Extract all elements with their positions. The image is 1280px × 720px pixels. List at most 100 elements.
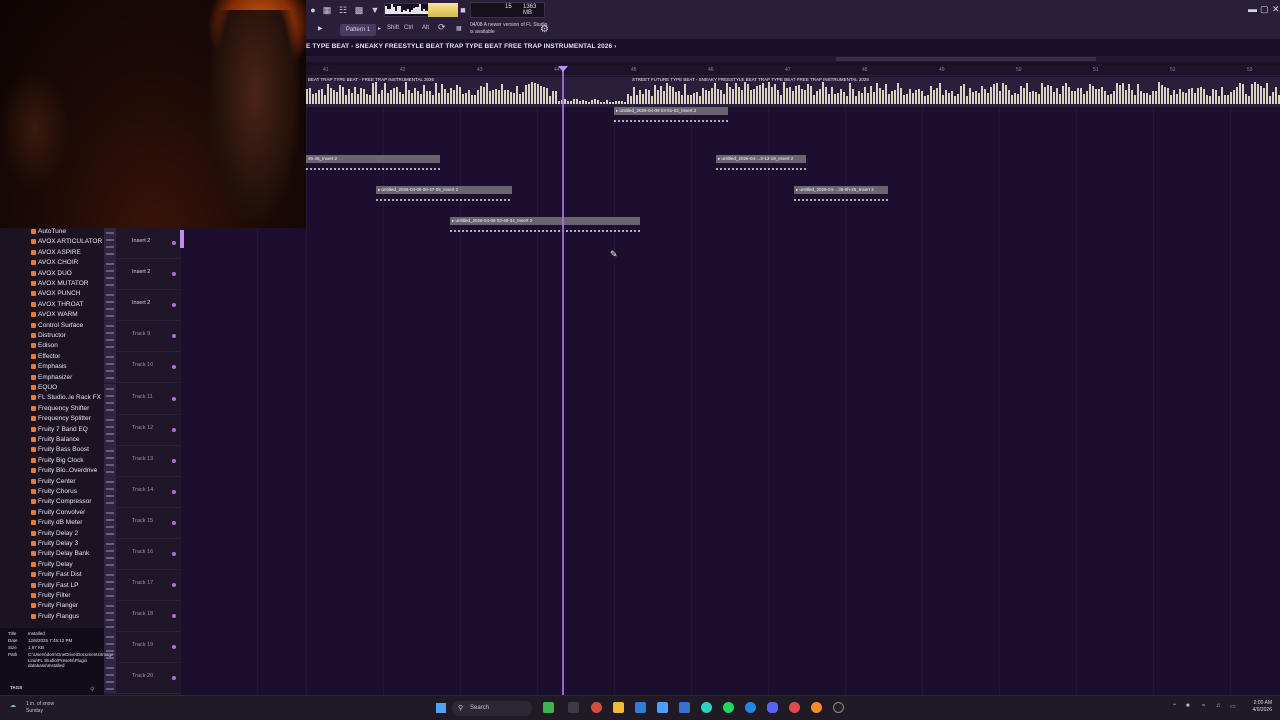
plugin-item[interactable]: Fruity Big Clock [31,457,84,464]
plugin-item[interactable]: Fruity Delay 3 [31,540,78,547]
track-enable-dot[interactable] [172,676,176,681]
audio-clip[interactable]: ▸ untitled_2026-04-09 03-51-02_Insert 2 [614,107,728,127]
channel-rack-icon[interactable]: ▩ [352,4,366,16]
track-header[interactable]: Track 17 [104,570,180,602]
audio-clip[interactable]: ▸ untitled_2026-04-09 00-47-05_Insert 2 [376,186,512,206]
timeline-ruler[interactable]: 4142434445464748495051525354 [306,65,1280,76]
edge-icon[interactable] [745,702,756,713]
app-icon-grid[interactable] [679,702,690,713]
track-header[interactable]: Track 20 [104,663,180,695]
track-header[interactable]: Track 14 [104,476,180,508]
gear-icon[interactable]: ⚙ [540,24,549,35]
app-icon-teal[interactable] [701,702,712,713]
plugin-item[interactable]: AVOX THROAT [31,301,84,308]
plugin-item[interactable]: AutoTune [31,228,66,235]
spotify-icon[interactable] [723,702,734,713]
plugin-item[interactable]: Fruity Blo..Overdrive [31,467,97,474]
plugin-item[interactable]: Effector [31,353,60,360]
browser-app-icon[interactable] [591,702,602,713]
plugin-item[interactable]: Frequency Shifter [31,405,89,412]
track-enable-dot[interactable] [172,272,176,277]
mixer-icon[interactable]: ▼ [368,4,382,16]
plugin-item[interactable]: AVOX WARM [31,311,78,318]
plugin-item[interactable]: Frequency Splitter [31,415,91,422]
track-enable-dot[interactable] [172,396,176,401]
playlist-scroll-overview[interactable] [306,56,1280,62]
plugin-item[interactable]: Fruity Fast Dist [31,571,82,578]
taskbar-clock[interactable]: 2:00 AM 4/9/2026 [1253,700,1272,714]
track-enable-dot[interactable] [172,489,176,494]
ctrl-button[interactable]: Ctrl [404,25,413,31]
track-header[interactable]: Track 11 [104,383,180,415]
file-explorer-icon[interactable] [568,702,579,713]
audio-clip[interactable]: 45-46_Insert 2 [306,155,440,175]
track-enable-dot[interactable] [172,520,176,525]
search-icon[interactable]: ⚲ [90,686,94,693]
cart-icon[interactable]: ▦ [456,25,462,32]
track-header[interactable]: Insert 2 [104,228,180,259]
plugin-item[interactable]: Fruity Bass Boost [31,446,89,453]
plugin-item[interactable]: FL Studio..le Rack FX [31,394,101,401]
track-enable-dot[interactable] [172,365,176,370]
plugin-item[interactable]: Emphasis [31,363,67,370]
battery-icon[interactable]: ▭ [1230,703,1236,710]
plugin-item[interactable]: Fruity Chorus [31,488,77,495]
track-enable-dot[interactable] [172,427,176,432]
track-enable-dot[interactable] [172,645,176,650]
track-header[interactable]: Track 13 [104,445,180,477]
playhead-line[interactable] [562,68,564,695]
playlist-grid-left[interactable] [180,228,306,695]
app-icon-green[interactable] [543,702,554,713]
plugin-item[interactable]: Fruity Flangus [31,613,79,620]
plugin-item[interactable]: Fruity Convolver [31,509,85,516]
track-enable-dot[interactable] [172,334,176,339]
plugin-item[interactable]: Fruity Delay Bank [31,550,89,557]
playlist-icon[interactable]: ▦ [320,4,334,16]
discord-icon[interactable] [767,702,778,713]
plugin-item[interactable]: Fruity dB Meter [31,519,82,526]
track-header[interactable]: Track 16 [104,539,180,570]
track-header[interactable]: Track 10 [104,352,180,384]
plugin-item[interactable]: Fruity Compressor [31,498,91,505]
plugin-item[interactable]: EQUO [31,384,57,391]
vertical-scrollbar[interactable] [180,230,184,248]
shift-button[interactable]: Shift [387,25,399,31]
audio-clip[interactable]: ▸ untitled_2026-04-09 03-48-34_Insert 2 [450,217,640,237]
weather-icon[interactable]: ☁ [10,702,16,709]
track-enable-dot[interactable] [172,303,176,308]
alt-button[interactable]: Alt [422,25,429,31]
plugin-item[interactable]: Fruity Delay [31,561,73,568]
windows-start-icon[interactable] [436,703,446,713]
plugin-item[interactable]: AVOX CHOIR [31,259,78,266]
play-icon[interactable]: ▶ [318,25,323,32]
store-icon[interactable] [635,702,646,713]
master-audio-clip[interactable]: BEAT TRAP TYPE BEAT - FREE TRAP INSTRUME… [306,77,1280,107]
wifi-icon[interactable]: ≈ [1202,703,1205,709]
track-enable-dot[interactable] [172,583,176,588]
app-icon-red[interactable] [789,702,800,713]
track-header[interactable]: Track 15 [104,507,180,539]
tempo-display[interactable] [428,3,458,17]
audio-clip[interactable]: ▸ untitled_2026-04-...36-5h-25_Insert 2 [794,186,888,206]
plugin-item[interactable]: Fruity 7 Band EQ [31,426,88,433]
tags-label[interactable]: TAGS [10,685,22,690]
plugin-item[interactable]: Edison [31,342,58,349]
track-header[interactable]: Insert 2 [104,259,180,291]
track-enable-dot[interactable] [172,552,176,556]
stop-icon[interactable]: ■ [456,4,470,16]
next-icon[interactable]: ▸ [378,25,381,32]
track-header[interactable]: Track 19 [104,632,180,664]
plugin-item[interactable]: Emphasizer [31,374,72,381]
app-icon-blue[interactable] [657,702,668,713]
plugin-item[interactable]: Fruity Delay 2 [31,530,78,537]
maximize-icon[interactable]: ▢ [1260,4,1269,15]
update-notice[interactable]: 04/08 A newer version of FL Studio is av… [470,22,550,36]
track-header[interactable]: Track 9 [104,321,180,353]
record-icon[interactable]: ● [306,4,320,16]
plugin-item[interactable]: Fruity Flanger [31,602,78,609]
taskbar-search[interactable]: Search [452,701,532,716]
weather-widget[interactable]: 1 in. of snow Sunday [26,701,54,715]
minimize-icon[interactable]: ▬ [1248,4,1257,14]
track-header[interactable]: Track 18 [104,601,180,633]
close-icon[interactable]: ✕ [1272,4,1280,15]
